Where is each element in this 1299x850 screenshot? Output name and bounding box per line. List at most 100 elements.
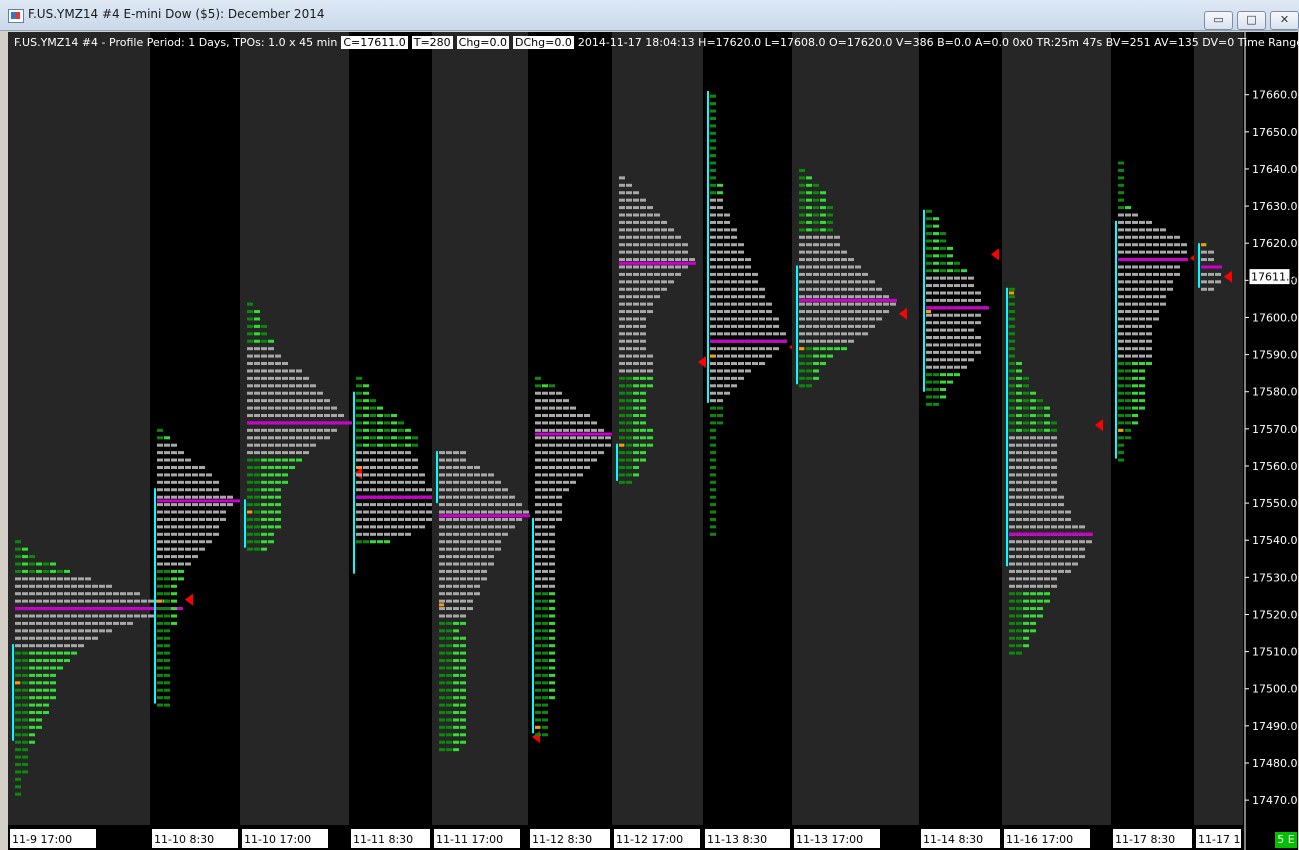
tpo-block [439, 614, 445, 618]
tpo-block [535, 711, 541, 715]
tpo-block [542, 577, 548, 581]
y-tick-label: 17600.0 [1252, 311, 1298, 324]
tpo-block [446, 577, 452, 581]
tpo-block [164, 503, 170, 507]
tpo-block [542, 614, 548, 618]
tpo-block [961, 365, 967, 369]
tpo-block [542, 718, 548, 722]
tpo-block [626, 250, 632, 254]
tpo-block [22, 696, 28, 700]
y-tick-label: 17510.0 [1252, 646, 1298, 659]
tpo-block [535, 733, 541, 737]
tpo-block [535, 659, 541, 663]
tpo-block [640, 399, 646, 403]
tpo-block [488, 488, 494, 492]
tpo-block [668, 258, 674, 262]
tpo-block [947, 358, 953, 362]
tpo-block [247, 332, 253, 336]
tpo-block [820, 362, 826, 366]
tpo-block [535, 651, 541, 655]
tpo-block [446, 503, 452, 507]
tpo-block [384, 510, 390, 514]
tpo-block [303, 391, 309, 395]
tpo-block [377, 473, 383, 477]
tpo-chart[interactable]: 11-9 17:00 11-10 8:30 11-10 17:00 11-11 8:3… [8, 32, 1298, 850]
tpo-block [1153, 272, 1159, 276]
tpo-block [710, 265, 716, 269]
y-tick-label: 17640.0 [1252, 163, 1298, 176]
tpo-block [36, 666, 42, 670]
chart-area[interactable]: 11-9 17:00 11-10 8:30 11-10 17:00 11-11 8:3… [8, 32, 1298, 850]
tpo-block [876, 317, 882, 321]
tpo-block [460, 733, 466, 737]
tpo-block [495, 488, 501, 492]
tpo-block [453, 688, 459, 692]
tpo-block [1009, 324, 1015, 328]
tpo-block [813, 317, 819, 321]
tpo-block [439, 740, 445, 744]
tpo-block [120, 614, 126, 618]
tpo-block [502, 510, 508, 514]
tpo-block [460, 510, 466, 514]
tpo-block [275, 488, 281, 492]
tpo-block [738, 376, 744, 380]
tpo-block [1139, 384, 1145, 388]
status-indicator[interactable]: 5 E [1275, 832, 1297, 848]
tpo-block [1037, 540, 1043, 544]
tpo-block [806, 228, 812, 232]
tpo-block [947, 350, 953, 354]
tpo-block [745, 295, 751, 299]
tpo-block [1160, 265, 1166, 269]
tpo-block [1160, 280, 1166, 284]
close-button[interactable]: ✕ [1270, 11, 1299, 30]
tpo-block [36, 592, 42, 596]
tpo-block [384, 428, 390, 432]
tpo-block [841, 250, 847, 254]
tpo-block [752, 347, 758, 351]
tpo-block [467, 592, 473, 596]
tpo-block [516, 517, 522, 521]
tpo-block [668, 228, 674, 232]
tpo-block [710, 94, 716, 98]
tpo-block [806, 302, 812, 306]
tpo-block [370, 443, 376, 447]
tpo-block [1153, 287, 1159, 291]
minimize-button[interactable]: ▭ [1204, 11, 1233, 30]
tpo-block [22, 770, 28, 774]
tpo-block [363, 532, 369, 536]
tpo-block [268, 376, 274, 380]
tpo-block [164, 629, 170, 633]
tpo-block [92, 621, 98, 625]
tpo-block [22, 740, 28, 744]
poc-line [1009, 532, 1093, 536]
tpo-block [926, 365, 932, 369]
tpo-block [535, 399, 541, 403]
tpo-block [467, 465, 473, 469]
tpo-block [626, 354, 632, 358]
tpo-block [171, 607, 177, 611]
tpo-block [1132, 406, 1138, 410]
tpo-block [467, 532, 473, 536]
tpo-block [1023, 525, 1029, 529]
tpo-block [647, 206, 653, 210]
tpo-block [633, 280, 639, 284]
tpo-block [254, 339, 260, 343]
tpo-block [1030, 495, 1036, 499]
tpo-block [303, 399, 309, 403]
maximize-button[interactable]: □ [1237, 11, 1266, 30]
tpo-block [549, 666, 555, 670]
tpo-block [1009, 406, 1015, 410]
tpo-block [268, 428, 274, 432]
tpo-block [419, 525, 425, 529]
tpo-block [640, 443, 646, 447]
tpo-block [43, 696, 49, 700]
tpo-block [841, 302, 847, 306]
tpo-block [15, 562, 21, 566]
tpo-block [324, 413, 330, 417]
tpo-block [862, 302, 868, 306]
tpo-block [710, 302, 716, 306]
tpo-block [549, 458, 555, 462]
tpo-block [1139, 332, 1145, 336]
tpo-block [1132, 339, 1138, 343]
tpo-block [820, 339, 826, 343]
